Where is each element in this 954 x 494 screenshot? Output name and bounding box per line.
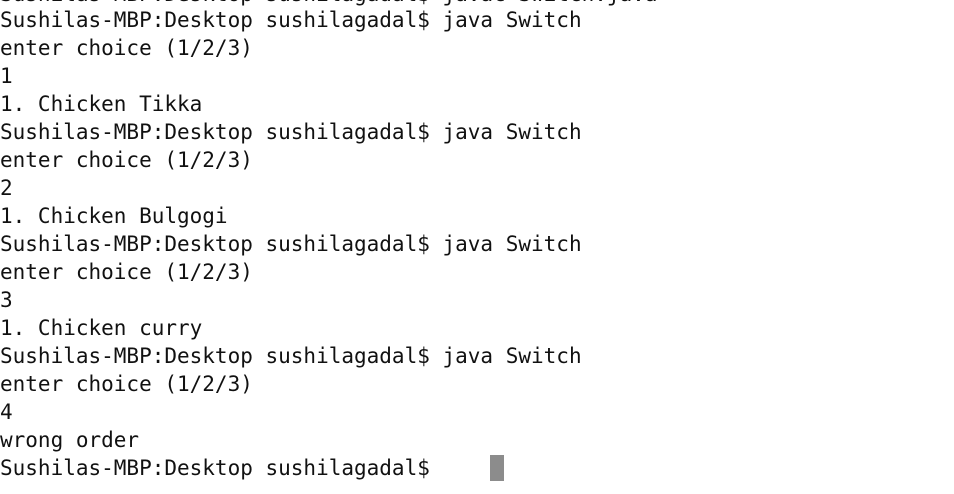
terminal-line-prompt: Sushilas-MBP:Desktop sushilagadal$ java …: [0, 8, 582, 32]
terminal-line-output: wrong order: [0, 428, 140, 452]
terminal-line-output: enter choice (1/2/3): [0, 148, 253, 172]
terminal-line-output: 1. Chicken Bulgogi: [0, 204, 228, 228]
terminal-line-input: 2: [0, 176, 13, 200]
terminal-line-prompt: Sushilas-MBP:Desktop sushilagadal$ java …: [0, 232, 582, 256]
terminal-line-input: 1: [0, 64, 13, 88]
terminal-line-input: 4: [0, 400, 13, 424]
terminal-line-input: 3: [0, 288, 13, 312]
terminal-cursor[interactable]: [490, 455, 504, 481]
terminal-line-output: enter choice (1/2/3): [0, 260, 253, 284]
terminal-line-output: enter choice (1/2/3): [0, 372, 253, 396]
terminal-line-output: 1. Chicken curry: [0, 316, 203, 340]
terminal-current-prompt: Sushilas-MBP:Desktop sushilagadal$: [0, 456, 443, 480]
terminal-line-output: enter choice (1/2/3): [0, 36, 253, 60]
terminal-line-prompt: Sushilas-MBP:Desktop sushilagadal$ java …: [0, 120, 582, 144]
terminal-line-prompt: Sushilas-MBP:Desktop sushilagadal$ java …: [0, 344, 582, 368]
terminal-line-output: 1. Chicken Tikka: [0, 92, 203, 116]
terminal-window[interactable]: Sushilas-MBP:Desktop sushilagadal$ javac…: [0, 0, 954, 494]
